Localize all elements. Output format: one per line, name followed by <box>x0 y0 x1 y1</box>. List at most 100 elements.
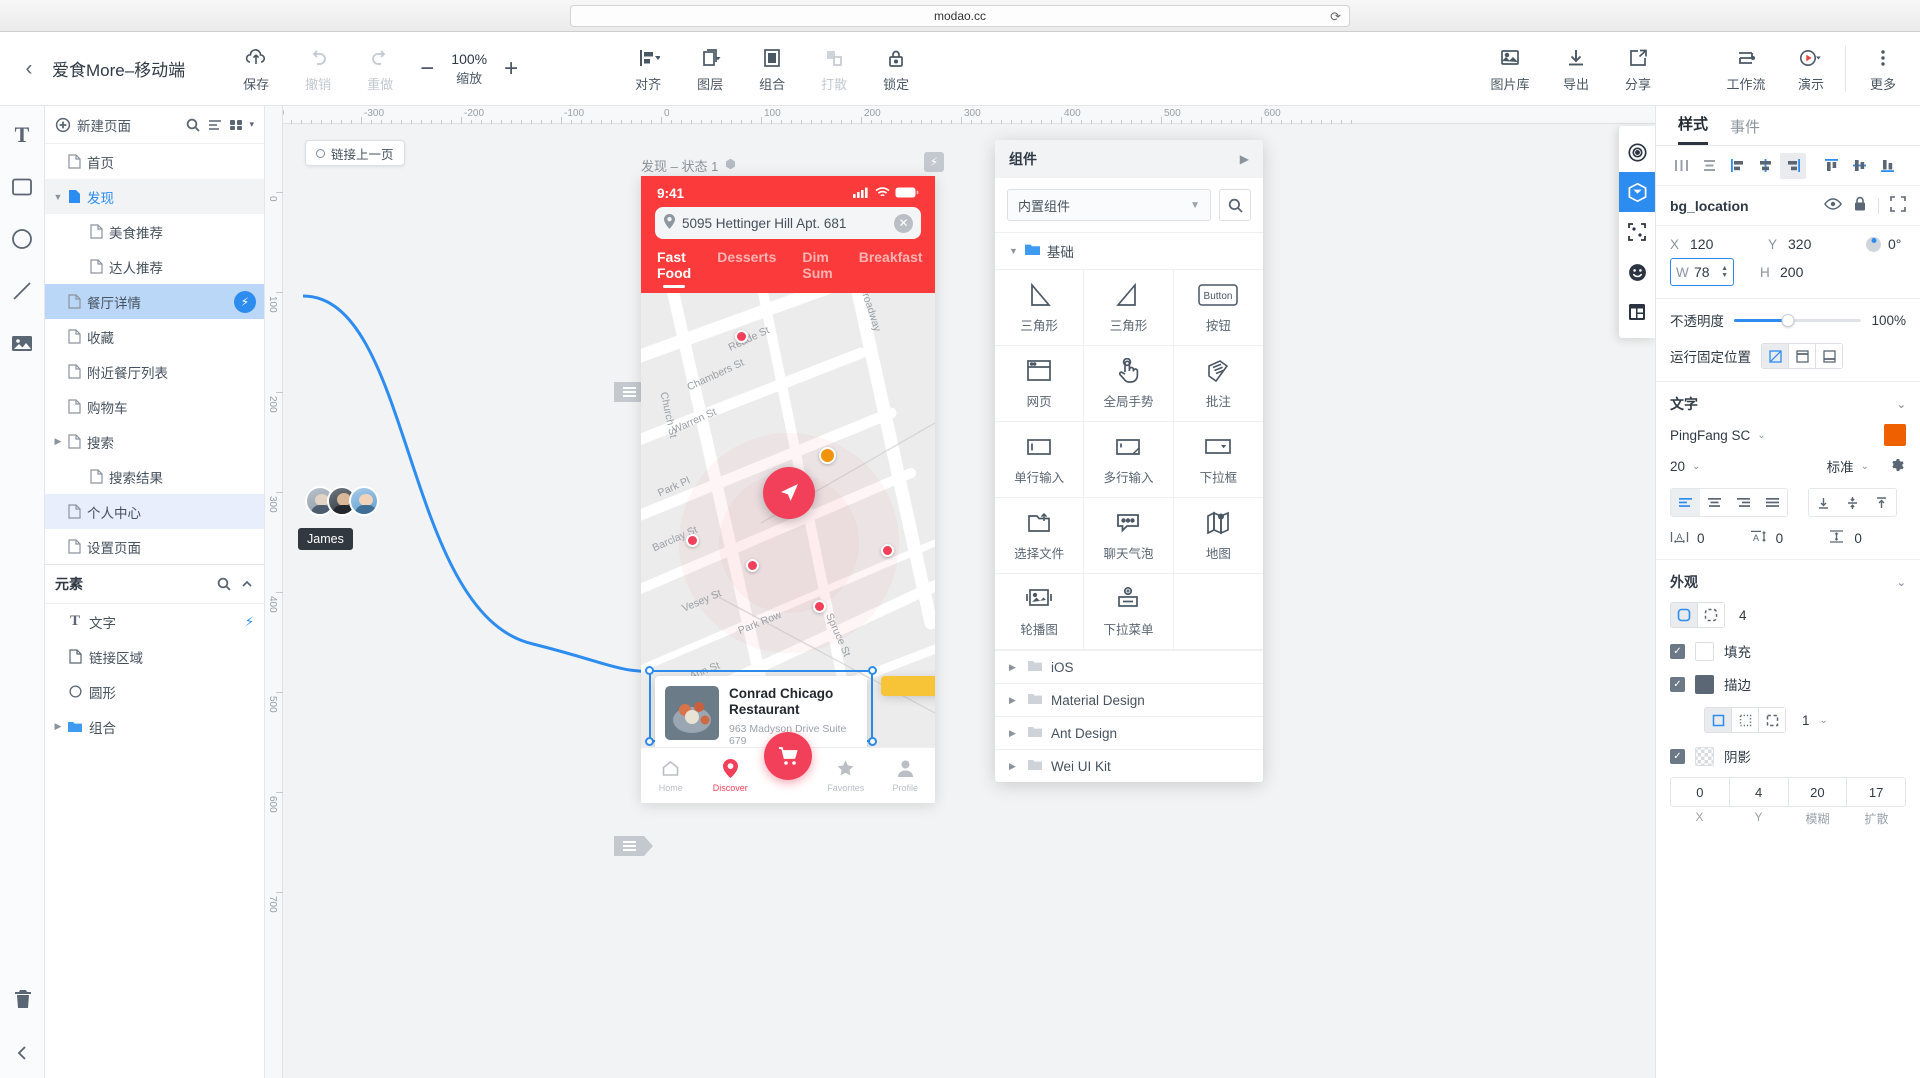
clear-icon[interactable]: ✕ <box>894 213 913 233</box>
fit-icon[interactable] <box>1890 196 1906 215</box>
text-tool-icon[interactable]: T <box>7 120 37 150</box>
component-item[interactable]: 地图 <box>1173 498 1263 574</box>
dashed-line-icon[interactable] <box>1758 707 1786 733</box>
component-item[interactable]: 轮播图 <box>995 574 1085 650</box>
ungroup-button[interactable]: 打散 <box>803 32 865 105</box>
zoom-in-button[interactable]: + <box>501 55 521 83</box>
none-fixed-icon[interactable] <box>1761 343 1789 369</box>
stroke-checkbox[interactable]: ✓ <box>1670 676 1685 692</box>
component-item[interactable]: 聊天气泡 <box>1084 498 1174 574</box>
grid-view-icon[interactable]: ▾ <box>229 117 254 133</box>
twisty-icon[interactable]: ▼ <box>51 192 65 202</box>
export-button[interactable]: 导出 <box>1545 32 1607 105</box>
opacity-slider[interactable] <box>1734 313 1862 327</box>
new-page-label[interactable]: 新建页面 <box>77 115 179 135</box>
solid-line-icon[interactable] <box>1704 707 1732 733</box>
line-tool-icon[interactable] <box>7 276 37 306</box>
component-group-basic[interactable]: ▼ 基础 <box>995 232 1263 269</box>
gear-icon[interactable] <box>1890 457 1906 476</box>
component-item[interactable]: 单行输入 <box>995 422 1085 498</box>
map-pin[interactable] <box>735 330 748 343</box>
align-distribute-h-icon[interactable] <box>1668 153 1694 179</box>
address-search-field[interactable]: 5095 Hettinger Hill Apt. 681 ✕ <box>655 207 921 239</box>
appearance-title-row[interactable]: 外观 ⌄ <box>1656 560 1920 600</box>
component-library-item[interactable]: ▶ Material Design <box>995 683 1263 716</box>
sidebar-page-item[interactable]: 达人推荐 <box>45 249 264 284</box>
bottom-fixed-icon[interactable] <box>1815 343 1843 369</box>
width-input[interactable]: W 78 ▲ ▼ <box>1670 258 1734 286</box>
category-tabs[interactable]: Fast Food Desserts Dim Sum Breakfast <box>655 239 923 288</box>
font-color-swatch[interactable] <box>1884 424 1906 446</box>
emoji-icon[interactable] <box>1619 252 1655 292</box>
component-item[interactable]: Button 按钮 <box>1173 270 1263 346</box>
search-icon[interactable] <box>216 576 232 592</box>
layer-name[interactable]: bg_location <box>1670 198 1749 214</box>
align-top-icon[interactable] <box>1818 153 1844 179</box>
element-list-item[interactable]: ▶ 组合 <box>45 709 264 744</box>
fill-checkbox[interactable]: ✓ <box>1670 643 1685 659</box>
valign-top-icon[interactable] <box>1867 489 1896 516</box>
scan-icon[interactable] <box>1619 212 1655 252</box>
note-icon[interactable] <box>614 836 653 856</box>
component-library-item[interactable]: ▶ iOS <box>995 650 1263 683</box>
component-library-item[interactable]: ▶ Wei UI Kit <box>995 749 1263 782</box>
component-cube-icon[interactable] <box>1619 172 1655 212</box>
tab-events[interactable]: 事件 <box>1730 116 1760 145</box>
layer-button[interactable]: 图层 <box>679 32 741 105</box>
ellipse-tool-icon[interactable] <box>7 224 37 254</box>
components-panel[interactable]: 组件 ▶ 内置组件 ▼ ▼ 基础 三角形 三角形 Button 按钮 网页 全局手势 批注单… <box>995 140 1263 782</box>
workflow-button[interactable]: 工作流 <box>1715 32 1777 105</box>
bottom-tabbar[interactable]: Home Discover Favorites Profile <box>641 732 935 803</box>
sidebar-page-item[interactable]: 附近餐厅列表 <box>45 354 264 389</box>
text-align-center-icon[interactable] <box>1700 489 1729 516</box>
redo-button[interactable]: 重做 <box>349 32 411 105</box>
tab-style[interactable]: 样式 <box>1678 113 1709 145</box>
zoom-out-button[interactable]: − <box>417 55 437 83</box>
stroke-width-value[interactable]: 1 <box>1802 713 1810 728</box>
corner-radius-value[interactable]: 4 <box>1739 608 1747 623</box>
reload-icon[interactable]: ⟳ <box>1330 9 1341 25</box>
font-size-value[interactable]: 20 <box>1670 459 1685 474</box>
component-libraries[interactable]: ▶ iOS ▶ Material Design ▶ Ant Design ▶ Wei UI K… <box>995 650 1263 782</box>
component-source-select[interactable]: 内置组件 ▼ <box>1007 189 1211 221</box>
align-bottom-icon[interactable] <box>1874 153 1900 179</box>
fixed-position-segmented[interactable] <box>1761 343 1843 369</box>
share-button[interactable]: 分享 <box>1607 32 1669 105</box>
component-library-item[interactable]: ▶ Ant Design <box>995 716 1263 749</box>
twisty-icon[interactable]: ▶ <box>1009 761 1019 772</box>
y-value[interactable]: 320 <box>1788 236 1811 252</box>
right-tool-strip[interactable] <box>1619 126 1655 338</box>
map-pin[interactable] <box>686 534 699 547</box>
save-button[interactable]: 保存 <box>225 32 287 105</box>
element-list-item[interactable]: T 文字 ⚡ <box>45 604 264 639</box>
component-item[interactable]: 下拉菜单 <box>1084 574 1174 650</box>
letter-spacing-field[interactable]: A 0 <box>1670 530 1749 547</box>
text-align-justify-icon[interactable] <box>1758 489 1787 516</box>
rotation-knob-icon[interactable] <box>1866 236 1881 252</box>
sidebar-page-item[interactable]: 个人中心 <box>45 494 264 529</box>
restaurant-card[interactable]: Conrad Chicago Restaurant 963 Madyson Dr… <box>655 676 867 747</box>
twisty-icon[interactable]: ▶ <box>1009 662 1019 673</box>
search-icon[interactable] <box>185 117 201 133</box>
components-grid[interactable]: 三角形 三角形 Button 按钮 网页 全局手势 批注 单行输入 多行输入 下拉框 选择文件 聊天气… <box>995 269 1263 650</box>
map-pin-highlight[interactable] <box>819 447 836 464</box>
twisty-icon[interactable]: ▶ <box>51 721 65 732</box>
shadow-color-swatch[interactable] <box>1695 746 1714 766</box>
sidebar-page-item[interactable]: 购物车 <box>45 389 264 424</box>
chevron-down-icon[interactable]: ⌄ <box>1692 461 1700 472</box>
restaurant-card-next[interactable] <box>881 676 935 696</box>
group-button[interactable]: 组合 <box>741 32 803 105</box>
stroke-color-swatch[interactable] <box>1695 674 1714 694</box>
link-previous-page-chip[interactable]: 链接上一页 <box>305 140 405 166</box>
more-button[interactable]: 更多 <box>1846 32 1920 105</box>
line-height-field[interactable]: A 0 <box>1749 529 1828 547</box>
h-value[interactable]: 200 <box>1780 264 1803 280</box>
vertical-align-group[interactable] <box>1808 488 1897 517</box>
state-icon[interactable] <box>724 158 737 174</box>
eye-icon[interactable] <box>1824 197 1842 214</box>
valign-middle-icon[interactable] <box>1838 489 1867 516</box>
rounded-corner-icon[interactable] <box>1670 602 1698 628</box>
component-item[interactable]: 全局手势 <box>1084 346 1174 422</box>
shadow-value-field[interactable]: 0 <box>1671 778 1729 806</box>
category-tab[interactable]: Fast Food <box>657 249 691 288</box>
